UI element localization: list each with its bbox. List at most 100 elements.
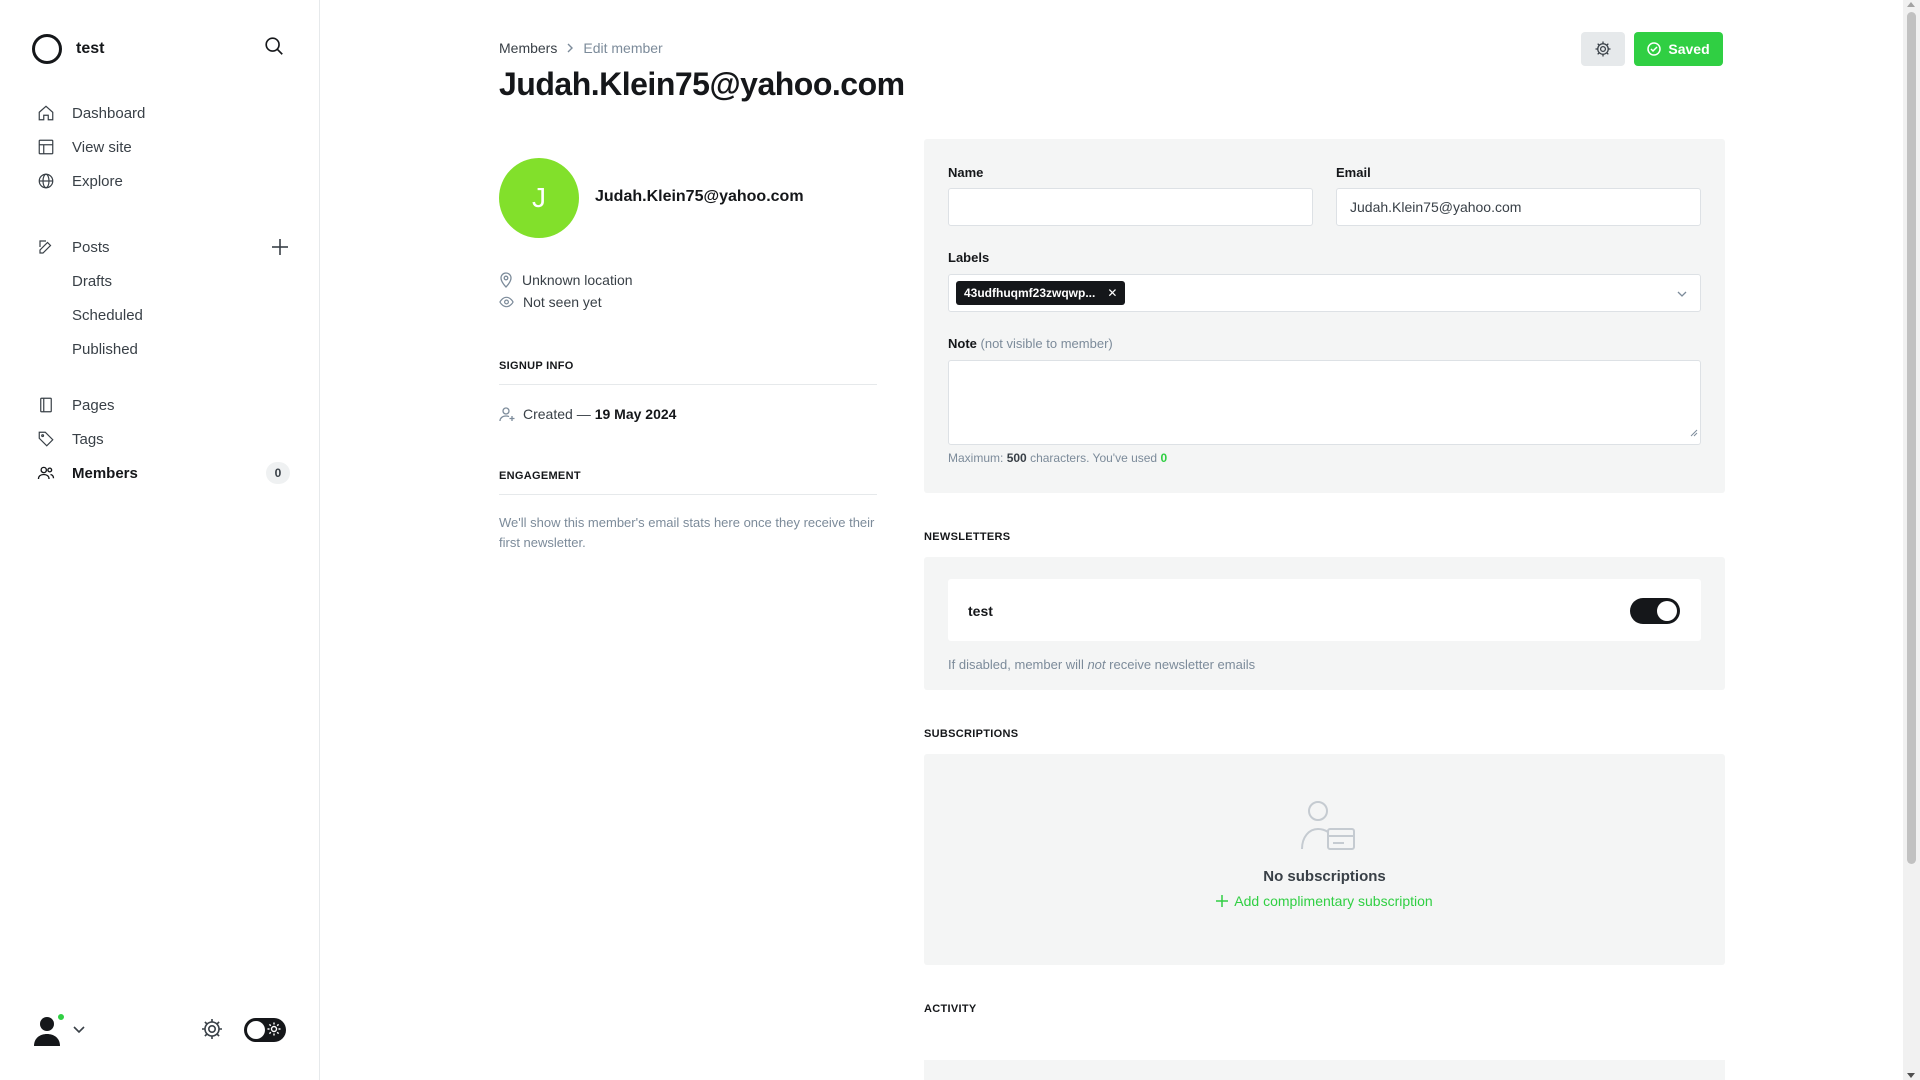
online-status-dot [56,1012,66,1022]
location-text: Unknown location [522,272,633,288]
sun-icon [267,1022,281,1041]
newsletter-name: test [968,603,993,619]
activity-card [924,1060,1725,1080]
newsletters-card: test If disabled, member will not receiv… [924,557,1725,690]
activity-heading: ACTIVITY [924,1003,977,1015]
remove-label-icon[interactable]: ✕ [1107,286,1117,300]
last-seen-row: Not seen yet [499,294,602,310]
nav-published[interactable]: Published [36,332,290,366]
label-chip-text: 43udfhuqmf23zwqwp... [964,286,1096,300]
home-icon [36,103,56,123]
member-settings-button[interactable] [1581,32,1625,66]
location-pin-icon [500,272,512,288]
nav-label: Drafts [72,272,113,290]
counter-used: 0 [1160,451,1168,465]
label-chip[interactable]: 43udfhuqmf23zwqwp... ✕ [956,281,1126,305]
hint-emphasis: not [1087,657,1106,672]
nav-scheduled[interactable]: Scheduled [36,298,290,332]
signup-info-heading: SIGNUP INFO [499,360,877,385]
nav-dashboard[interactable]: Dashboard [36,96,290,130]
site-name: test [76,40,105,57]
page-scrollbar[interactable] [1903,0,1920,1080]
scroll-up-arrow-icon[interactable] [1907,2,1915,7]
user-plus-icon [499,407,515,422]
labels-select[interactable]: 43udfhuqmf23zwqwp... ✕ [948,274,1701,312]
nav-members[interactable]: Members 0 [36,456,290,490]
newsletter-hint: If disabled, member will not receive new… [948,657,1255,672]
created-label: Created — [523,406,591,422]
check-circle-icon [1647,42,1662,56]
nav-label: Posts [72,238,110,256]
user-avatar-icon[interactable] [32,1012,68,1048]
main-content: Members Edit member Judah.Klein75@yahoo.… [321,0,1903,1080]
email-input[interactable]: Judah.Klein75@yahoo.com [1336,188,1701,226]
hint-suffix: receive newsletter emails [1109,657,1256,672]
nav-label: Members [72,464,138,482]
edit-icon [36,237,56,257]
newsletter-item: test [948,579,1701,641]
add-subscription-label: Add complimentary subscription [1234,893,1433,909]
location-row: Unknown location [499,272,633,288]
member-details-form: Name Email Judah.Klein75@yahoo.com Label… [924,139,1725,493]
newsletters-heading: NEWSLETTERS [924,531,1011,543]
counter-max: 500 [1006,451,1027,465]
site-logo-icon [32,34,62,64]
settings-gear-icon[interactable] [200,1017,224,1046]
resize-grip-icon[interactable] [1690,424,1698,442]
toggle-knob [1657,601,1677,621]
nav-posts[interactable]: Posts [36,230,290,264]
search-icon[interactable] [263,35,289,61]
breadcrumb: Members Edit member [499,40,663,56]
layout-icon [36,137,56,157]
newsletter-toggle[interactable] [1630,598,1680,624]
nav-label: View site [72,138,132,156]
new-post-plus-icon[interactable] [270,237,290,257]
nav-view-site[interactable]: View site [36,130,290,164]
scroll-down-arrow-icon[interactable] [1907,1073,1915,1078]
hint-prefix: If disabled, member will [948,657,1084,672]
counter-prefix: Maximum: [948,451,1004,465]
chevron-down-icon[interactable] [1676,287,1688,303]
theme-toggle[interactable] [244,1018,286,1042]
saved-button[interactable]: Saved [1634,32,1723,66]
site-nav: Pages Tags Members 0 [36,388,290,490]
nav-label: Explore [72,172,123,190]
counter-mid: characters. You've used [1030,451,1158,465]
note-visibility-hint: (not visible to member) [980,336,1113,351]
member-avatar: J [499,158,579,238]
chevron-down-icon[interactable] [72,1022,86,1041]
eye-icon [499,296,514,308]
note-label: Note (not visible to member) [948,336,1113,351]
subscriptions-card: No subscriptions Add complimentary subsc… [924,754,1725,965]
sidebar-footer [32,1012,288,1048]
scrollbar-thumb[interactable] [1907,12,1916,864]
breadcrumb-members-link[interactable]: Members [499,40,557,56]
tag-icon [36,429,56,449]
nav-pages[interactable]: Pages [36,388,290,422]
nav-drafts[interactable]: Drafts [36,264,290,298]
members-count-badge: 0 [266,462,290,484]
nav-tags[interactable]: Tags [36,422,290,456]
nav-label: Dashboard [72,104,146,122]
nav-explore[interactable]: Explore [36,164,290,198]
created-row: Created — 19 May 2024 [499,406,676,422]
subscriptions-heading: SUBSCRIPTIONS [924,728,1019,740]
primary-nav: Dashboard View site Explore [36,96,290,198]
created-date: 19 May 2024 [594,406,677,422]
brand[interactable]: test [32,34,104,64]
nav-label: Published [72,340,138,358]
members-icon [36,463,56,483]
last-seen-text: Not seen yet [523,294,602,310]
sidebar: test Dashboard View site Explore Posts D… [0,0,320,1080]
member-email: Judah.Klein75@yahoo.com [595,188,804,205]
member-card-icon [1300,799,1356,858]
add-complimentary-subscription-link[interactable]: Add complimentary subscription [924,893,1725,909]
content-nav: Posts Drafts Scheduled Published [36,230,290,366]
toggle-knob [247,1021,265,1039]
globe-icon [36,171,56,191]
nav-label: Pages [72,396,115,414]
name-input[interactable] [948,188,1313,226]
note-textarea[interactable] [948,360,1701,445]
gear-icon [1595,41,1611,57]
labels-label: Labels [948,250,990,265]
